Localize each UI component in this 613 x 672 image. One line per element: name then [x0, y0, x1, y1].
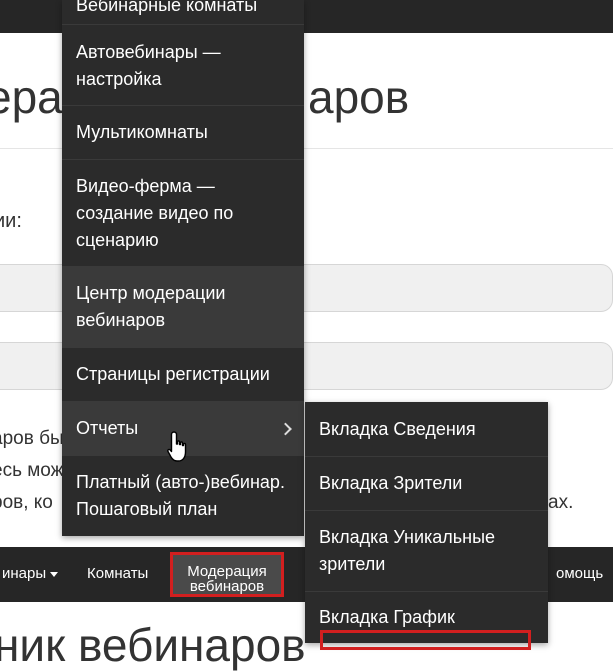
submenu-item-label: Вкладка Уникальные зрители — [319, 527, 496, 574]
nav-item-webinars-label: инары — [2, 565, 47, 582]
nav-item-help[interactable]: омощь — [556, 565, 603, 582]
menu-item-label: Отчеты — [76, 418, 139, 438]
menu-item-paid-webinar[interactable]: Платный (авто-)вебинар. Пошаговый план — [62, 455, 304, 536]
submenu-item-label: Вкладка Зрители — [319, 473, 463, 493]
page-title-left: ера — [0, 71, 63, 123]
reports-submenu: Вкладка Сведения Вкладка Зрители Вкладка… — [305, 402, 548, 643]
nav-item-webinars[interactable]: инары — [2, 565, 59, 582]
menu-item-video-farm[interactable]: Видео-ферма — создание видео по сценарию — [62, 159, 304, 266]
paragraph-line-3-end: ах. — [548, 492, 574, 513]
submenu-item-viewers-tab[interactable]: Вкладка Зрители — [305, 456, 548, 510]
field-label: ии: — [0, 210, 22, 232]
menu-item-label: Вебинарные комнаты — [76, 0, 258, 15]
submenu-item-label: Вкладка График — [319, 607, 455, 627]
nav-item-rooms[interactable]: Комнаты — [87, 565, 148, 582]
menu-item-webinar-rooms[interactable]: Вебинарные комнаты — [62, 0, 304, 24]
menu-item-label: Автовебинары — настройка — [76, 42, 221, 89]
page-title: ера аров — [0, 70, 409, 124]
paragraph-line-1: аров бы — [0, 428, 64, 449]
menu-item-registration-pages[interactable]: Страницы регистрации — [62, 347, 304, 401]
caret-down-icon — [50, 571, 59, 577]
menu-item-label: Страницы регистрации — [76, 364, 270, 384]
nav-item-moderation[interactable]: Модерация вебинаров — [170, 552, 284, 597]
nav-item-moderation-line1: Модерация — [187, 563, 267, 580]
submenu-item-label: Вкладка Сведения — [319, 418, 476, 439]
submenu-item-info-tab[interactable]: Вкладка Сведения — [305, 402, 548, 456]
menu-item-label: Мультикомнаты — [76, 122, 208, 142]
menu-item-label: Центр модерации вебинаров — [76, 283, 226, 330]
section-title: ник вебинаров — [0, 619, 306, 671]
menu-item-multirooms[interactable]: Мультикомнаты — [62, 105, 304, 159]
submenu-item-unique-viewers-tab[interactable]: Вкладка Уникальные зрители — [305, 510, 548, 591]
page-title-right: аров — [308, 71, 410, 123]
chevron-right-icon — [279, 422, 292, 435]
menu-item-autowebinars[interactable]: Автовебинары — настройка — [62, 24, 304, 105]
hand-cursor-icon — [167, 431, 187, 462]
paragraph-line-3: ров, ко — [0, 492, 53, 513]
paragraph-line-2: есь мож — [0, 460, 64, 481]
menu-item-moderation-center[interactable]: Центр модерации вебинаров — [62, 266, 304, 347]
nav-item-moderation-line2: вебинаров — [189, 578, 265, 595]
highlight-box — [320, 630, 531, 650]
menu-item-label: Видео-ферма — создание видео по сценарию — [76, 175, 234, 250]
menu-item-label: Платный (авто-)вебинар. Пошаговый план — [76, 472, 285, 519]
